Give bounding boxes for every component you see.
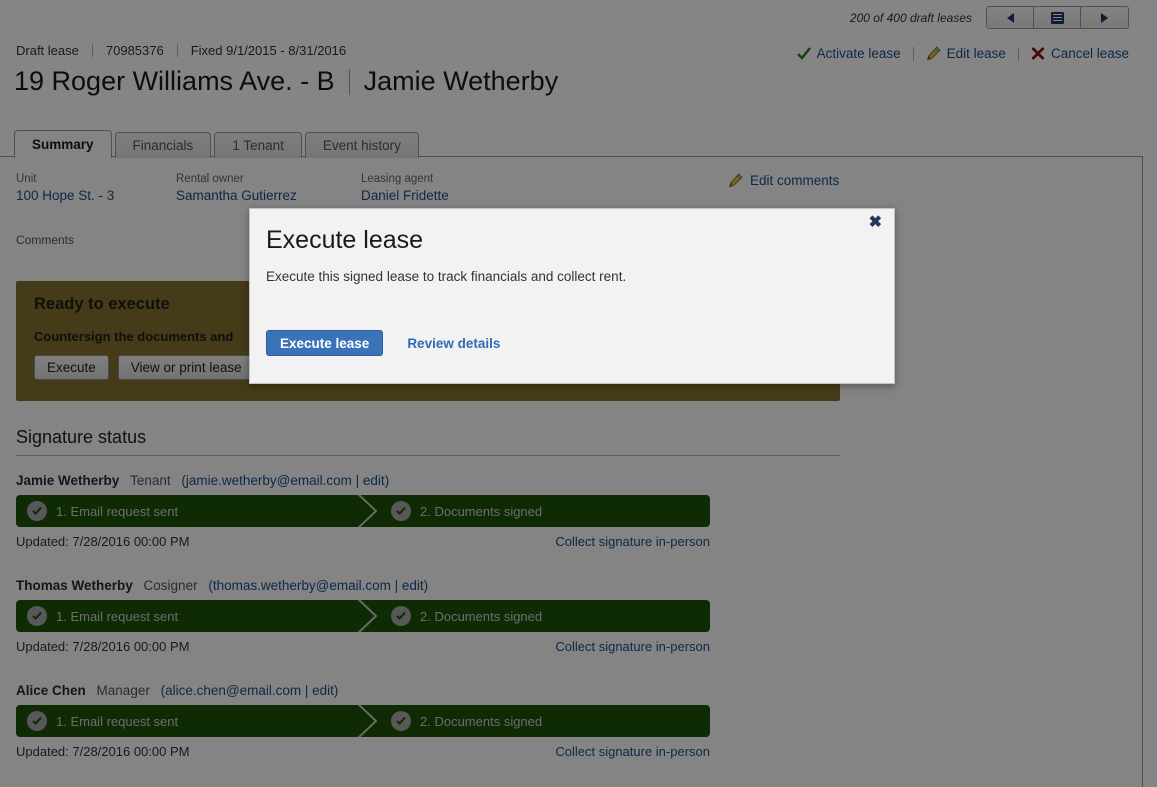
- review-details-link[interactable]: Review details: [407, 336, 500, 351]
- dialog-footer: Execute lease Review details: [266, 330, 500, 356]
- dialog-title: Execute lease: [266, 226, 424, 254]
- execute-lease-dialog: ✖ Execute lease Execute this signed leas…: [249, 208, 895, 384]
- dialog-body-text: Execute this signed lease to track finan…: [266, 269, 627, 284]
- close-x-icon[interactable]: ✖: [869, 215, 882, 231]
- execute-lease-confirm-label: Execute lease: [280, 335, 370, 351]
- execute-lease-confirm-button[interactable]: Execute lease: [266, 330, 384, 356]
- modal-overlay[interactable]: [0, 0, 1157, 787]
- lease-detail-page: 200 of 400 draft leases Draft lease 7098…: [0, 0, 1157, 787]
